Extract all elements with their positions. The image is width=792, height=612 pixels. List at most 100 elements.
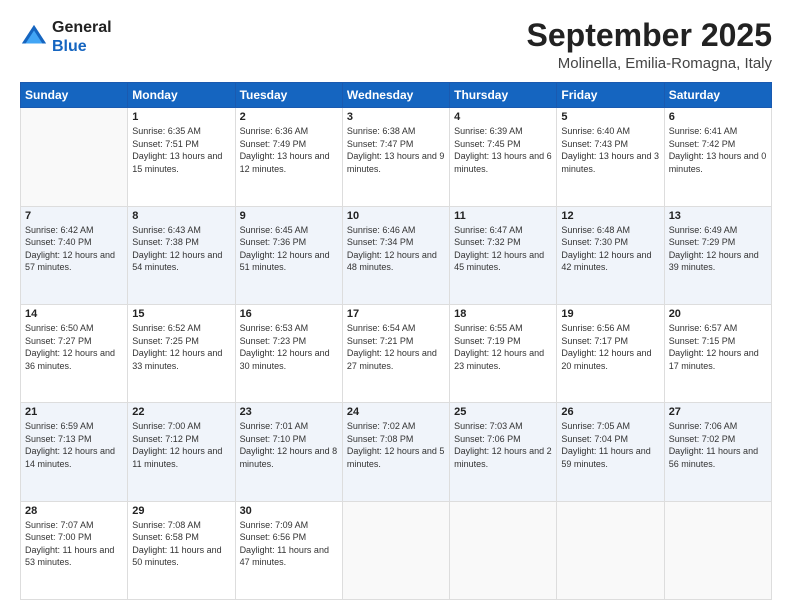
cell-info: Sunrise: 6:46 AM Sunset: 7:34 PM Dayligh… [347, 224, 445, 274]
sunset-text: Sunset: 7:13 PM [25, 433, 123, 446]
cell-info: Sunrise: 7:02 AM Sunset: 7:08 PM Dayligh… [347, 420, 445, 470]
day-number: 1 [132, 111, 230, 123]
daylight-text: Daylight: 12 hours and 17 minutes. [669, 347, 767, 372]
calendar-cell: 22 Sunrise: 7:00 AM Sunset: 7:12 PM Dayl… [128, 403, 235, 501]
sunrise-text: Sunrise: 7:00 AM [132, 420, 230, 433]
calendar-cell: 2 Sunrise: 6:36 AM Sunset: 7:49 PM Dayli… [235, 108, 342, 206]
day-number: 4 [454, 111, 552, 123]
day-number: 6 [669, 111, 767, 123]
sunset-text: Sunset: 7:23 PM [240, 335, 338, 348]
sunrise-text: Sunrise: 6:55 AM [454, 322, 552, 335]
day-number: 17 [347, 308, 445, 320]
day-number: 2 [240, 111, 338, 123]
day-number: 11 [454, 210, 552, 222]
day-number: 19 [561, 308, 659, 320]
sunset-text: Sunset: 7:49 PM [240, 138, 338, 151]
calendar-week-row: 14 Sunrise: 6:50 AM Sunset: 7:27 PM Dayl… [21, 304, 772, 402]
cell-info: Sunrise: 6:49 AM Sunset: 7:29 PM Dayligh… [669, 224, 767, 274]
day-number: 10 [347, 210, 445, 222]
sunset-text: Sunset: 7:08 PM [347, 433, 445, 446]
calendar-cell: 20 Sunrise: 6:57 AM Sunset: 7:15 PM Dayl… [664, 304, 771, 402]
cell-info: Sunrise: 6:53 AM Sunset: 7:23 PM Dayligh… [240, 322, 338, 372]
cell-info: Sunrise: 7:08 AM Sunset: 6:58 PM Dayligh… [132, 519, 230, 569]
daylight-text: Daylight: 12 hours and 30 minutes. [240, 347, 338, 372]
cell-info: Sunrise: 7:01 AM Sunset: 7:10 PM Dayligh… [240, 420, 338, 470]
sunrise-text: Sunrise: 6:45 AM [240, 224, 338, 237]
daylight-text: Daylight: 12 hours and 14 minutes. [25, 445, 123, 470]
cell-info: Sunrise: 7:00 AM Sunset: 7:12 PM Dayligh… [132, 420, 230, 470]
cell-info: Sunrise: 6:42 AM Sunset: 7:40 PM Dayligh… [25, 224, 123, 274]
day-number: 7 [25, 210, 123, 222]
day-number: 22 [132, 406, 230, 418]
daylight-text: Daylight: 11 hours and 56 minutes. [669, 445, 767, 470]
calendar-cell: 10 Sunrise: 6:46 AM Sunset: 7:34 PM Dayl… [342, 206, 449, 304]
calendar-cell: 8 Sunrise: 6:43 AM Sunset: 7:38 PM Dayli… [128, 206, 235, 304]
sunrise-text: Sunrise: 7:01 AM [240, 420, 338, 433]
month-title: September 2025 [527, 18, 772, 53]
cell-info: Sunrise: 6:41 AM Sunset: 7:42 PM Dayligh… [669, 125, 767, 175]
sunset-text: Sunset: 7:51 PM [132, 138, 230, 151]
daylight-text: Daylight: 12 hours and 33 minutes. [132, 347, 230, 372]
sunset-text: Sunset: 7:38 PM [132, 236, 230, 249]
calendar-day-header: Saturday [664, 83, 771, 108]
sunrise-text: Sunrise: 6:47 AM [454, 224, 552, 237]
cell-info: Sunrise: 6:48 AM Sunset: 7:30 PM Dayligh… [561, 224, 659, 274]
daylight-text: Daylight: 13 hours and 6 minutes. [454, 150, 552, 175]
calendar-week-row: 7 Sunrise: 6:42 AM Sunset: 7:40 PM Dayli… [21, 206, 772, 304]
calendar-cell: 19 Sunrise: 6:56 AM Sunset: 7:17 PM Dayl… [557, 304, 664, 402]
page: General Blue September 2025 Molinella, E… [0, 0, 792, 612]
cell-info: Sunrise: 7:06 AM Sunset: 7:02 PM Dayligh… [669, 420, 767, 470]
daylight-text: Daylight: 12 hours and 48 minutes. [347, 249, 445, 274]
calendar-week-row: 28 Sunrise: 7:07 AM Sunset: 7:00 PM Dayl… [21, 501, 772, 599]
sunset-text: Sunset: 7:45 PM [454, 138, 552, 151]
day-number: 13 [669, 210, 767, 222]
cell-info: Sunrise: 6:43 AM Sunset: 7:38 PM Dayligh… [132, 224, 230, 274]
sunrise-text: Sunrise: 7:05 AM [561, 420, 659, 433]
cell-info: Sunrise: 7:07 AM Sunset: 7:00 PM Dayligh… [25, 519, 123, 569]
sunset-text: Sunset: 7:43 PM [561, 138, 659, 151]
cell-info: Sunrise: 7:09 AM Sunset: 6:56 PM Dayligh… [240, 519, 338, 569]
calendar-cell [664, 501, 771, 599]
daylight-text: Daylight: 12 hours and 54 minutes. [132, 249, 230, 274]
calendar-day-header: Monday [128, 83, 235, 108]
daylight-text: Daylight: 13 hours and 9 minutes. [347, 150, 445, 175]
day-number: 9 [240, 210, 338, 222]
sunrise-text: Sunrise: 6:54 AM [347, 322, 445, 335]
day-number: 15 [132, 308, 230, 320]
calendar-cell: 18 Sunrise: 6:55 AM Sunset: 7:19 PM Dayl… [450, 304, 557, 402]
sunrise-text: Sunrise: 6:52 AM [132, 322, 230, 335]
calendar-cell: 21 Sunrise: 6:59 AM Sunset: 7:13 PM Dayl… [21, 403, 128, 501]
location-title: Molinella, Emilia-Romagna, Italy [527, 55, 772, 72]
sunrise-text: Sunrise: 6:38 AM [347, 125, 445, 138]
header: General Blue September 2025 Molinella, E… [20, 18, 772, 72]
daylight-text: Daylight: 11 hours and 53 minutes. [25, 544, 123, 569]
cell-info: Sunrise: 6:36 AM Sunset: 7:49 PM Dayligh… [240, 125, 338, 175]
calendar-cell [21, 108, 128, 206]
cell-info: Sunrise: 6:40 AM Sunset: 7:43 PM Dayligh… [561, 125, 659, 175]
daylight-text: Daylight: 12 hours and 23 minutes. [454, 347, 552, 372]
day-number: 28 [25, 505, 123, 517]
sunrise-text: Sunrise: 6:43 AM [132, 224, 230, 237]
sunset-text: Sunset: 6:58 PM [132, 531, 230, 544]
sunset-text: Sunset: 7:02 PM [669, 433, 767, 446]
sunrise-text: Sunrise: 7:09 AM [240, 519, 338, 532]
sunrise-text: Sunrise: 6:36 AM [240, 125, 338, 138]
sunrise-text: Sunrise: 6:48 AM [561, 224, 659, 237]
sunrise-text: Sunrise: 6:57 AM [669, 322, 767, 335]
sunrise-text: Sunrise: 7:06 AM [669, 420, 767, 433]
cell-info: Sunrise: 6:57 AM Sunset: 7:15 PM Dayligh… [669, 322, 767, 372]
day-number: 20 [669, 308, 767, 320]
sunset-text: Sunset: 7:40 PM [25, 236, 123, 249]
daylight-text: Daylight: 11 hours and 59 minutes. [561, 445, 659, 470]
cell-info: Sunrise: 6:54 AM Sunset: 7:21 PM Dayligh… [347, 322, 445, 372]
sunrise-text: Sunrise: 6:40 AM [561, 125, 659, 138]
sunrise-text: Sunrise: 6:39 AM [454, 125, 552, 138]
calendar-cell [450, 501, 557, 599]
sunset-text: Sunset: 7:25 PM [132, 335, 230, 348]
sunrise-text: Sunrise: 7:08 AM [132, 519, 230, 532]
calendar-cell: 14 Sunrise: 6:50 AM Sunset: 7:27 PM Dayl… [21, 304, 128, 402]
day-number: 14 [25, 308, 123, 320]
sunset-text: Sunset: 7:06 PM [454, 433, 552, 446]
daylight-text: Daylight: 11 hours and 50 minutes. [132, 544, 230, 569]
sunset-text: Sunset: 7:34 PM [347, 236, 445, 249]
